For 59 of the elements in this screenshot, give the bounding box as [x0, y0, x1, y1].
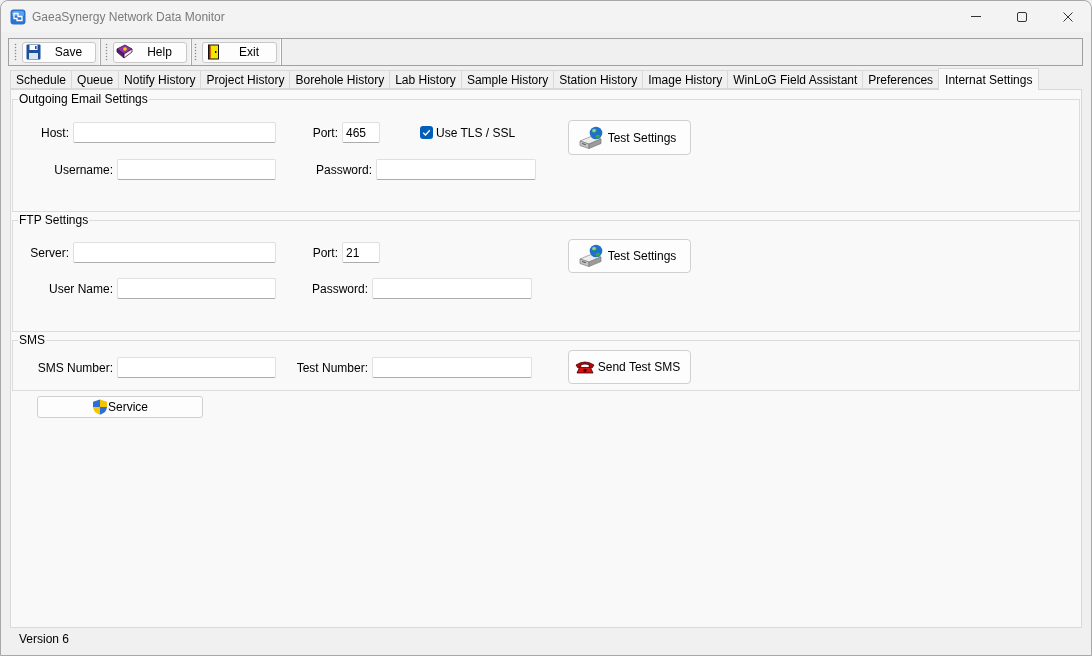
- globe-computer-icon: [578, 125, 605, 150]
- port-field[interactable]: 465: [342, 122, 380, 143]
- password-field[interactable]: [372, 278, 532, 299]
- field-label: Test Number:: [296, 360, 368, 375]
- window-title: GaeaSynergy Network Data Monitor: [32, 9, 225, 24]
- field-label: Port:: [312, 125, 338, 140]
- password-field[interactable]: [376, 159, 536, 180]
- field-label: Host:: [41, 125, 69, 140]
- tab[interactable]: Lab History: [389, 70, 462, 89]
- globe-computer-icon: [578, 244, 605, 268]
- tab[interactable]: Borehole History: [289, 70, 391, 89]
- tab[interactable]: Station History: [553, 70, 644, 89]
- host-field[interactable]: [73, 122, 276, 143]
- tab[interactable]: Preferences: [862, 70, 940, 89]
- grip-icon[interactable]: [105, 43, 108, 61]
- test-settings-button[interactable]: Test Settings: [568, 120, 691, 155]
- field-label: SMS Number:: [37, 360, 113, 375]
- door-icon: [205, 44, 222, 60]
- test-number-field[interactable]: [372, 357, 532, 378]
- field-label: Port:: [312, 245, 338, 260]
- tab[interactable]: WinLoG Field Assistant: [727, 70, 864, 89]
- maximize-icon: [1017, 11, 1027, 22]
- username-field[interactable]: [117, 159, 276, 180]
- tab[interactable]: Sample History: [460, 70, 555, 89]
- send-test-sms-button[interactable]: Send Test SMS: [568, 350, 691, 384]
- tab[interactable]: Schedule: [10, 70, 73, 89]
- tab[interactable]: Image History: [642, 70, 729, 89]
- group-title: Outgoing Email Settings: [18, 92, 149, 106]
- checkbox-label: Use TLS / SSL: [436, 125, 516, 140]
- test-settings-button[interactable]: Test Settings: [568, 239, 691, 273]
- grip-icon[interactable]: [14, 43, 17, 61]
- tab[interactable]: Queue: [71, 70, 120, 89]
- book-icon: [116, 44, 133, 60]
- port-field[interactable]: 21: [342, 242, 380, 263]
- version-text: Version 6: [19, 632, 70, 646]
- tab[interactable]: Project History: [200, 70, 291, 89]
- help-button[interactable]: Help: [113, 41, 187, 63]
- field-label: Server:: [30, 245, 69, 260]
- tab[interactable]: Notify History: [118, 70, 202, 89]
- username-field[interactable]: [117, 278, 276, 299]
- save-button[interactable]: Save: [22, 41, 96, 63]
- minimize-icon: [971, 16, 981, 17]
- sms-number-field[interactable]: [117, 357, 276, 378]
- service-button[interactable]: Service: [37, 396, 203, 418]
- field-label: Password:: [315, 162, 372, 177]
- grip-icon[interactable]: [194, 43, 197, 61]
- app-icon: [10, 8, 26, 25]
- server-field[interactable]: [73, 242, 276, 263]
- checkbox[interactable]: [420, 126, 433, 139]
- group-title: FTP Settings: [18, 213, 90, 227]
- shield-icon: [92, 399, 108, 415]
- exit-button[interactable]: Exit: [202, 41, 277, 63]
- group-title: SMS: [18, 333, 46, 347]
- close-icon: [1063, 11, 1073, 22]
- field-label: Username:: [54, 162, 113, 177]
- field-label: Password:: [311, 281, 368, 296]
- telephone-icon: [574, 360, 595, 374]
- tab[interactable]: Internat Settings: [938, 68, 1040, 90]
- field-label: User Name:: [49, 281, 113, 296]
